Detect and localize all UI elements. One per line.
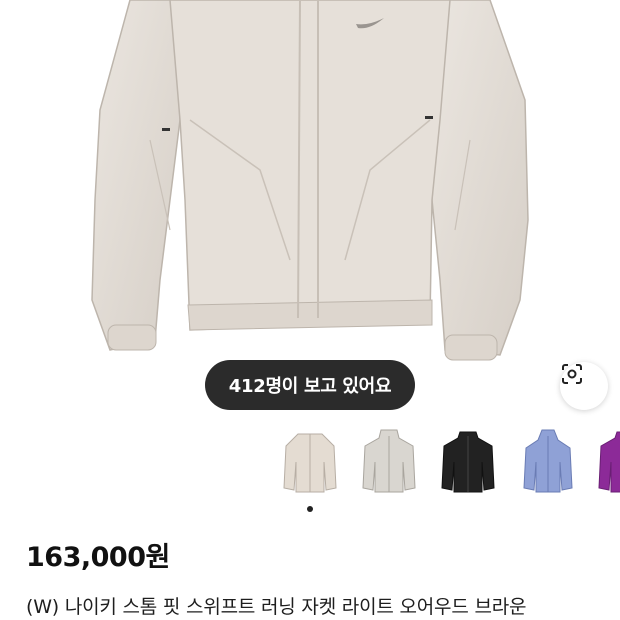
jacket-thumbnail-icon [523,429,573,493]
carousel-dot[interactable] [307,506,313,512]
viewers-count-text: 412명이 보고 있어요 [228,376,392,397]
thumbnail-blue[interactable] [513,425,583,501]
product-main-image[interactable]: 412명이 보고 있어요 [0,0,620,420]
jacket-thumbnail-icon [362,429,416,493]
viewers-count-badge: 412명이 보고 있어요 [205,360,415,410]
product-price: 163,000원 [26,542,170,573]
color-variant-thumbnails [0,425,620,505]
image-search-button[interactable] [560,362,608,410]
jacket-thumbnail-icon [598,431,620,493]
jacket-thumbnail-icon [441,431,495,493]
thumbnail-stone[interactable] [354,425,424,501]
camera-lens-search-icon [562,364,582,384]
jacket-illustration [91,0,529,361]
thumbnail-light-beige[interactable] [275,425,345,501]
product-title: (W) 나이키 스톰 핏 스위프트 러닝 자켓 라이트 오어우드 브라운 [26,596,527,618]
thumbnail-black[interactable] [433,425,503,501]
jacket-thumbnail-icon [283,433,337,493]
thumbnail-purple[interactable] [590,425,620,501]
